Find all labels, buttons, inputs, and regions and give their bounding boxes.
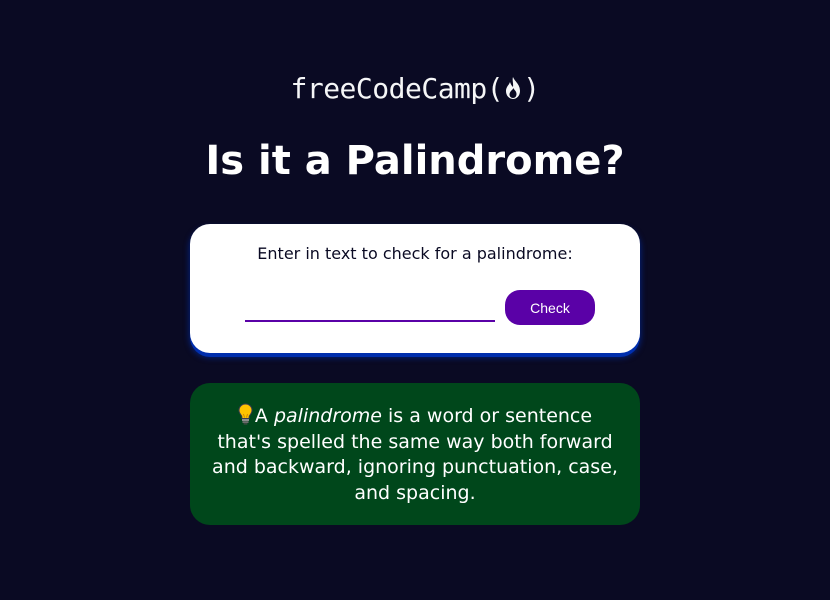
freecodecamp-logo: freeCodeCamp() <box>0 72 830 105</box>
palindrome-checker-card: Enter in text to check for a palindrome: <box>190 224 640 353</box>
info-text-prefix: A <box>254 405 274 427</box>
lightbulb-icon <box>238 403 253 425</box>
palindrome-term: palindrome <box>273 405 382 427</box>
flame-icon <box>503 75 523 101</box>
text-input[interactable] <box>245 296 495 322</box>
check-button[interactable]: Check <box>505 290 595 325</box>
logo-text: freeCodeCamp( <box>290 72 504 105</box>
logo-close: ) <box>523 72 540 105</box>
input-label: Enter in text to check for a palindrome: <box>257 244 573 263</box>
page-title: Is it a Palindrome? <box>205 138 625 184</box>
palindrome-definition: A palindrome is a word or sentence that'… <box>190 383 640 525</box>
